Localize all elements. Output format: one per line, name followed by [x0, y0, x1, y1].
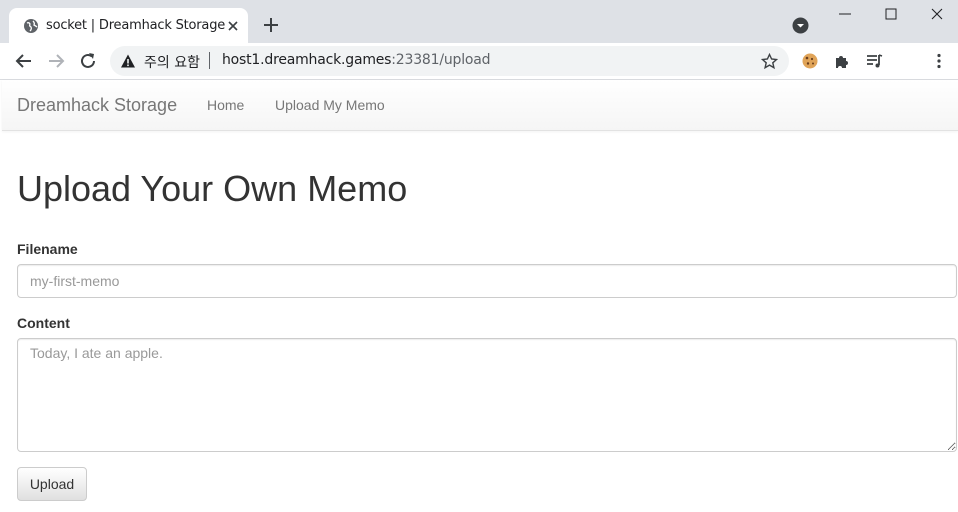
- extensions-puzzle-icon[interactable]: [833, 52, 851, 70]
- back-arrow-icon[interactable]: [14, 51, 34, 71]
- new-tab-icon[interactable]: [262, 16, 280, 34]
- security-status[interactable]: 주의 요함: [144, 52, 200, 72]
- url-path: :23381/upload: [391, 52, 491, 68]
- warning-icon[interactable]: [120, 53, 136, 69]
- browser-tab[interactable]: socket | Dreamhack Storage: [9, 8, 248, 43]
- filename-label: Filename: [17, 241, 78, 257]
- content-textarea[interactable]: [17, 338, 957, 452]
- divider: [209, 52, 210, 69]
- brand-link[interactable]: Dreamhack Storage: [17, 95, 177, 116]
- cookie-extension-icon[interactable]: [801, 52, 819, 70]
- url-text[interactable]: host1.dreamhack.games:23381/upload: [222, 52, 491, 68]
- url-host: host1.dreamhack.games: [222, 52, 392, 68]
- site-navbar: Dreamhack Storage Home Upload My Memo: [2, 80, 958, 131]
- page-title: Upload Your Own Memo: [17, 168, 408, 209]
- nav-upload-memo[interactable]: Upload My Memo: [275, 97, 385, 113]
- address-bar[interactable]: 주의 요함 host1.dreamhack.games:23381/upload: [110, 46, 789, 76]
- maximize-icon[interactable]: [883, 6, 899, 22]
- close-tab-icon[interactable]: [226, 19, 240, 33]
- filename-input[interactable]: [17, 264, 957, 298]
- upload-button[interactable]: Upload: [17, 467, 87, 501]
- bookmark-star-icon[interactable]: [761, 53, 778, 70]
- nav-home[interactable]: Home: [207, 97, 244, 113]
- globe-icon: [24, 19, 38, 33]
- content-label: Content: [17, 315, 70, 331]
- tab-title: socket | Dreamhack Storage: [46, 18, 226, 33]
- browser-toolbar: 주의 요함 host1.dreamhack.games:23381/upload: [0, 43, 958, 80]
- tab-search-icon[interactable]: [792, 17, 809, 34]
- close-window-icon[interactable]: [929, 6, 945, 22]
- forward-arrow-icon[interactable]: [46, 51, 66, 71]
- media-queue-icon[interactable]: [865, 52, 883, 70]
- minimize-icon[interactable]: [837, 6, 853, 22]
- reload-icon[interactable]: [78, 51, 98, 71]
- menu-kebab-icon[interactable]: [930, 52, 948, 70]
- tab-strip: socket | Dreamhack Storage: [0, 0, 958, 43]
